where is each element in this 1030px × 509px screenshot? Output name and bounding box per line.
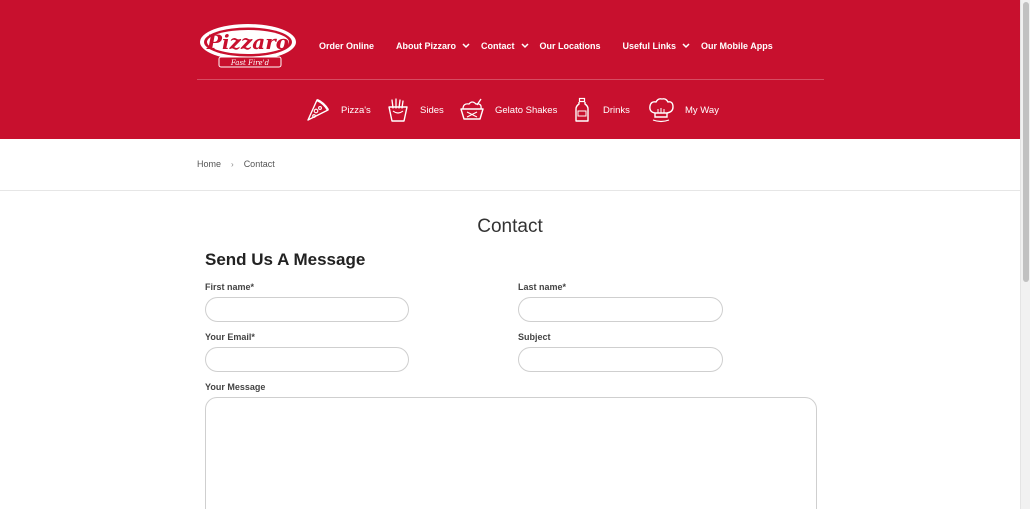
header-divider [197, 79, 824, 80]
last-name-input[interactable] [518, 297, 723, 322]
nav-order-online[interactable]: Order Online [319, 41, 374, 51]
nav-useful-links[interactable]: Useful Links [623, 41, 692, 51]
first-name-label: First name* [205, 282, 255, 292]
scrollbar-thumb[interactable] [1023, 2, 1029, 282]
chevron-down-icon [682, 43, 690, 49]
chevron-down-icon [462, 43, 470, 49]
page: Pizzaro Fast Fire'd Order Online About P… [0, 0, 1030, 509]
breadcrumb-home-link[interactable]: Home [197, 159, 221, 169]
last-name-label: Last name* [518, 282, 567, 292]
category-navigation: Pizza's Sides Gelato Shakes Drinks My Wa… [0, 95, 1020, 125]
category-label: Drinks [603, 104, 630, 116]
message-label: Your Message [205, 382, 266, 392]
nav-label: Our Mobile Apps [701, 41, 773, 51]
subject-label: Subject [518, 332, 551, 342]
nav-our-locations[interactable]: Our Locations [540, 41, 601, 51]
subject-input[interactable] [518, 347, 723, 372]
chef-hat-icon [649, 98, 674, 123]
page-scrollbar[interactable] [1020, 0, 1030, 509]
category-label: My Way [685, 104, 719, 116]
nav-label: About Pizzaro [396, 41, 457, 51]
category-pizzas[interactable]: Pizza's [305, 95, 371, 125]
email-input[interactable] [205, 347, 409, 372]
fries-icon [388, 98, 408, 122]
breadcrumb-bar: Home › Contact [0, 139, 1020, 191]
logo-tagline: Fast Fire'd [230, 59, 270, 67]
category-drinks[interactable]: Drinks [574, 95, 630, 125]
nav-label: Contact [481, 41, 515, 51]
category-sides[interactable]: Sides [386, 95, 444, 125]
category-my-way[interactable]: My Way [647, 95, 719, 125]
nav-our-mobile-apps[interactable]: Our Mobile Apps [701, 41, 773, 51]
page-title: Contact [477, 216, 543, 237]
nav-label: Order Online [319, 41, 375, 51]
nav-contact[interactable]: Contact [481, 41, 530, 51]
nav-label: Useful Links [622, 41, 677, 51]
nav-label: Our Locations [539, 41, 601, 51]
breadcrumb-separator: › [231, 159, 234, 169]
form-heading: Send Us A Message [205, 250, 366, 269]
pizzaro-logo[interactable]: Pizzaro Fast Fire'd [197, 20, 301, 70]
breadcrumb-current: Contact [243, 159, 275, 169]
email-label: Your Email* [205, 332, 255, 342]
chevron-down-icon [520, 43, 529, 49]
site-header: Pizzaro Fast Fire'd Order Online About P… [0, 0, 1020, 139]
category-gelato-shakes[interactable]: Gelato Shakes [459, 95, 557, 125]
pizza-slice-icon [307, 98, 330, 121]
category-label: Gelato Shakes [495, 104, 558, 116]
first-name-input[interactable] [205, 297, 409, 322]
main-navigation: Order Online About Pizzaro Contact Our L… [319, 38, 773, 54]
gelato-icon [460, 98, 484, 120]
nav-about-pizzaro[interactable]: About Pizzaro [396, 41, 471, 51]
breadcrumb: Home › Contact [197, 159, 275, 169]
logo-name: Pizzaro [206, 30, 289, 54]
category-label: Pizza's [341, 104, 371, 116]
bottle-icon [575, 97, 589, 122]
category-label: Sides [420, 104, 444, 116]
message-textarea[interactable] [205, 397, 817, 509]
